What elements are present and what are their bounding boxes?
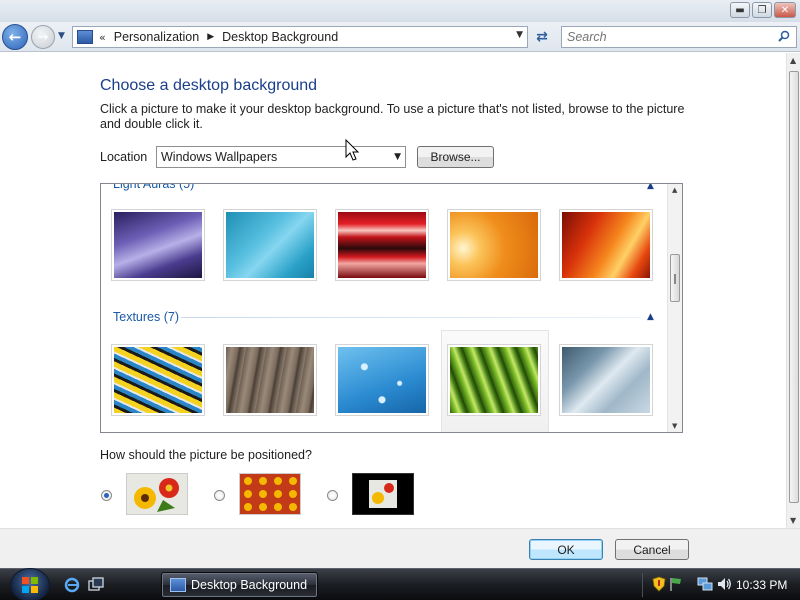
location-value: Windows Wallpapers [161, 150, 278, 164]
radio-tile[interactable] [214, 490, 225, 501]
gallery-scrollbar[interactable]: ▲ ▼ [667, 184, 682, 432]
window-scrollbar[interactable]: ▲ ▼ [786, 53, 800, 528]
control-panel-icon [77, 30, 93, 44]
refresh-button[interactable]: ⇄ [530, 27, 554, 47]
mouse-pointer-icon [345, 139, 360, 161]
centered-flowers-icon [353, 474, 413, 514]
wallpaper-thumbnail[interactable] [559, 344, 653, 416]
taskbar-button-label: Desktop Background [191, 578, 308, 592]
wallpaper-aura-teal [226, 212, 314, 278]
address-overflow-chevron[interactable]: « [99, 31, 106, 44]
scroll-up-icon[interactable]: ▲ [672, 186, 677, 194]
recent-pages-dropdown[interactable]: ▼ [58, 31, 65, 41]
flag-icon[interactable] [668, 576, 684, 592]
navigation-bar: ← → ▼ « Personalization ▶ Desktop Backgr… [0, 22, 800, 52]
wallpaper-gallery[interactable]: Light Auras (5) ▲ Textures (7) ▲ ▲ ▼ [100, 183, 683, 433]
browse-button[interactable]: Browse... [417, 146, 494, 168]
wallpaper-thumbnail[interactable] [335, 209, 429, 281]
wallpaper-aura-orange-red [562, 212, 650, 278]
location-dropdown[interactable]: Windows Wallpapers ▼ [156, 146, 406, 168]
search-box[interactable] [561, 26, 797, 48]
page-title: Choose a desktop background [100, 77, 318, 94]
wallpaper-glass-drops [562, 347, 650, 413]
internet-explorer-icon[interactable] [64, 577, 80, 593]
security-shield-icon[interactable] [651, 576, 667, 592]
wallpaper-green-leaves [450, 347, 538, 413]
wallpaper-aura-red-stripes [338, 212, 426, 278]
wallpaper-wood-planks [226, 347, 314, 413]
wallpaper-thumbnail[interactable] [111, 209, 205, 281]
start-button[interactable] [10, 568, 50, 600]
scroll-down-icon[interactable]: ▼ [672, 422, 677, 430]
volume-icon[interactable] [716, 576, 732, 592]
search-input[interactable] [567, 30, 767, 44]
network-icon[interactable] [697, 576, 713, 592]
wallpaper-aura-orange-glow [450, 212, 538, 278]
wallpaper-water-drops [338, 347, 426, 413]
position-question: How should the picture be positioned? [100, 448, 312, 462]
address-dropdown-icon[interactable]: ▼ [516, 30, 523, 40]
page-description: Click a picture to make it your desktop … [100, 102, 685, 131]
back-arrow-icon: ← [8, 28, 22, 46]
group-header-light-auras[interactable]: Light Auras (5) [113, 184, 194, 191]
switch-windows-icon[interactable] [88, 577, 104, 593]
taskbar-button-desktop-background[interactable]: Desktop Background [161, 572, 318, 598]
forward-button[interactable]: → [31, 25, 55, 49]
group-divider [181, 317, 641, 318]
content-area: Choose a desktop background Click a pict… [0, 53, 786, 528]
control-panel-icon [170, 578, 186, 592]
minimize-button[interactable]: ▬ [730, 2, 750, 18]
title-bar: ▬ ❐ ✕ [0, 0, 800, 22]
window-scroll-thumb[interactable] [789, 71, 799, 503]
scroll-up-icon[interactable]: ▲ [790, 56, 796, 65]
radio-center[interactable] [327, 490, 338, 501]
back-button[interactable]: ← [2, 24, 28, 50]
windows-logo-icon [22, 577, 38, 593]
wallpaper-thumbnail[interactable] [447, 209, 541, 281]
wallpaper-thumbnail[interactable] [223, 209, 317, 281]
wallpaper-aura-purple [114, 212, 202, 278]
flowers-icon [127, 474, 187, 514]
radio-fit-to-screen[interactable] [101, 490, 112, 501]
close-button[interactable]: ✕ [774, 2, 796, 18]
scroll-down-icon[interactable]: ▼ [790, 516, 796, 525]
gallery-scroll-thumb[interactable] [670, 254, 680, 302]
chevron-down-icon[interactable]: ▼ [394, 152, 401, 162]
search-icon[interactable] [778, 30, 790, 42]
position-tile-preview[interactable] [239, 473, 301, 515]
wallpaper-fish-school [114, 347, 202, 413]
wallpaper-thumbnail[interactable] [111, 344, 205, 416]
ok-button[interactable]: OK [529, 539, 603, 560]
grip-icon [674, 274, 676, 284]
address-bar[interactable]: « Personalization ▶ Desktop Background ▼ [72, 26, 528, 48]
forward-arrow-icon: → [37, 29, 49, 45]
cancel-button[interactable]: Cancel [615, 539, 689, 560]
tiled-flowers-icon [240, 474, 300, 514]
breadcrumb-desktop-background[interactable]: Desktop Background [222, 30, 338, 44]
collapse-light-auras-icon[interactable]: ▲ [647, 184, 654, 191]
group-header-textures[interactable]: Textures (7) [113, 310, 179, 324]
dialog-footer: OK Cancel [0, 528, 800, 568]
breadcrumb-personalization[interactable]: Personalization [114, 30, 199, 44]
wallpaper-thumbnail-selected[interactable] [447, 344, 541, 416]
collapse-textures-icon[interactable]: ▲ [647, 312, 654, 322]
taskbar: Desktop Background 10:33 PM [0, 568, 800, 600]
wallpaper-thumbnail[interactable] [335, 344, 429, 416]
maximize-button[interactable]: ❐ [752, 2, 772, 18]
refresh-icon: ⇄ [536, 29, 548, 45]
wallpaper-thumbnail[interactable] [223, 344, 317, 416]
position-fit-preview[interactable] [126, 473, 188, 515]
wallpaper-thumbnail[interactable] [559, 209, 653, 281]
breadcrumb-separator-icon[interactable]: ▶ [207, 32, 214, 42]
position-center-preview[interactable] [352, 473, 414, 515]
caption-buttons: ▬ ❐ ✕ [730, 2, 796, 18]
location-label: Location [100, 150, 148, 164]
tray-divider [642, 573, 643, 597]
system-clock[interactable]: 10:33 PM [736, 578, 787, 592]
